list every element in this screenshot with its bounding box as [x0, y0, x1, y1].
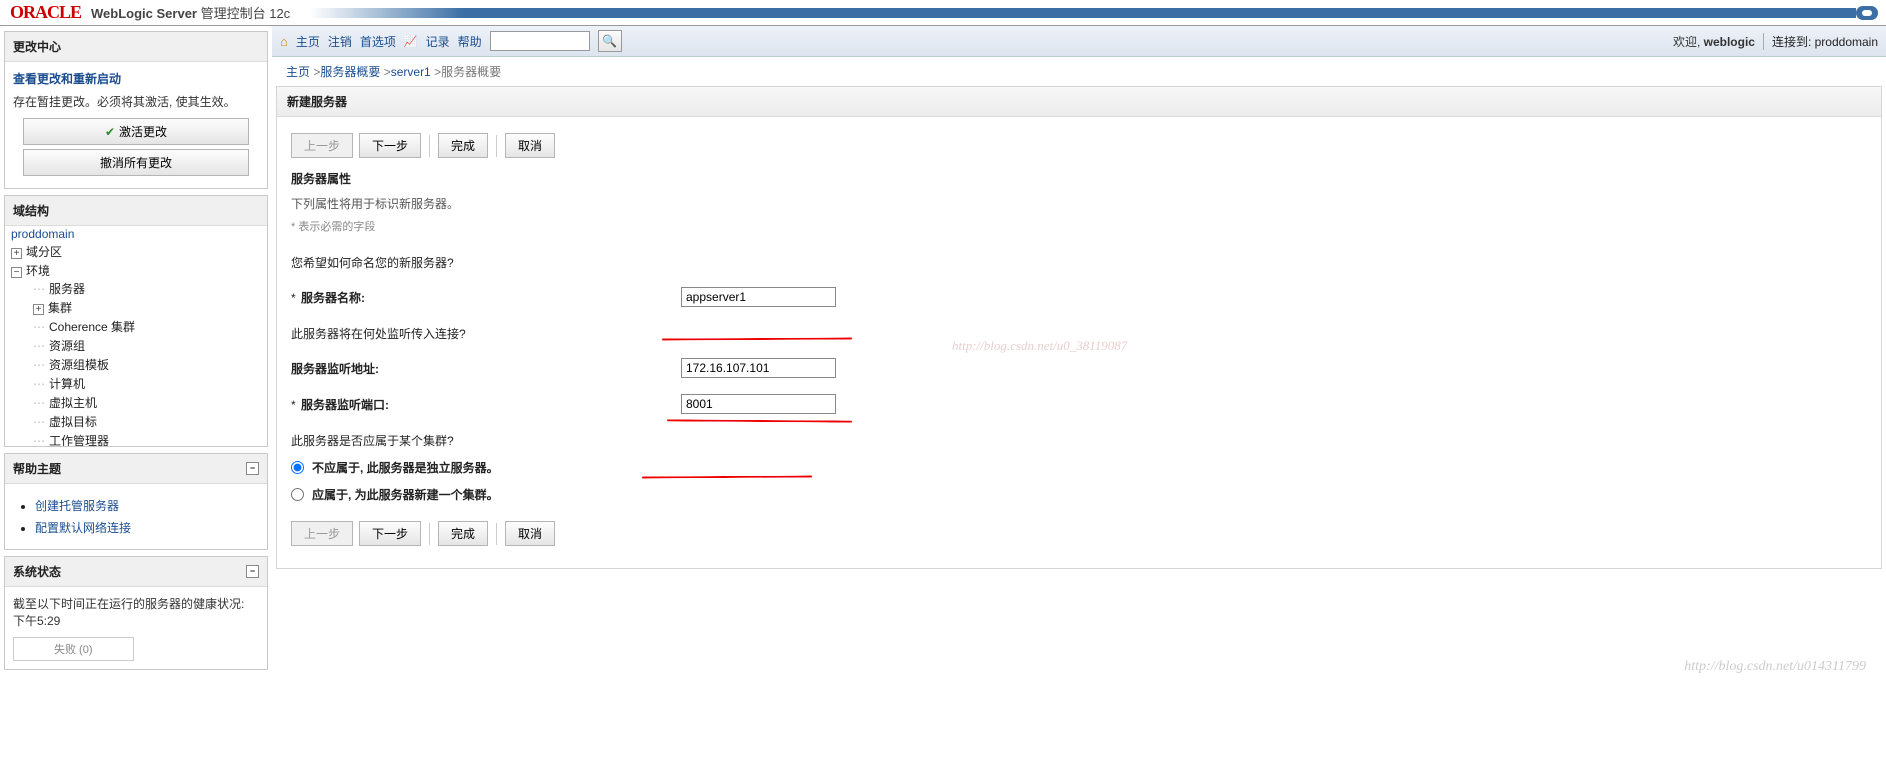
- home-icon: ⌂: [280, 34, 288, 49]
- tree-node-partition[interactable]: 域分区: [26, 245, 62, 259]
- next-button[interactable]: 下一步: [359, 133, 421, 158]
- next-button-bottom[interactable]: 下一步: [359, 521, 421, 546]
- tree-root[interactable]: proddomain: [11, 227, 74, 241]
- tree-node-machines[interactable]: 计算机: [49, 377, 85, 391]
- radio-cluster[interactable]: [291, 488, 304, 501]
- tree-node-virtualtargets[interactable]: 虚拟目标: [49, 415, 97, 429]
- question-name: 您希望如何命名您的新服务器?: [291, 254, 1867, 271]
- crumb-current: 服务器概要: [441, 65, 501, 79]
- toolbar-prefs[interactable]: 首选项: [360, 33, 396, 50]
- question-listen: 此服务器将在何处监听传入连接?: [291, 325, 1867, 342]
- section-title: 服务器属性: [291, 170, 1867, 187]
- product-name: WebLogic Server: [91, 6, 197, 21]
- help-link-managed[interactable]: 创建托管服务器: [35, 499, 119, 513]
- collapse-icon[interactable]: −: [11, 267, 22, 278]
- page-box: 新建服务器 上一步 下一步 完成 取消 服务器属性 下列属性将用于标识新服务器。…: [276, 86, 1882, 569]
- tree-node-coherence[interactable]: Coherence 集群: [49, 320, 135, 334]
- radio-standalone-label: 不应属于, 此服务器是独立服务器。: [312, 459, 499, 476]
- server-name-input[interactable]: [681, 287, 836, 307]
- help-link-network[interactable]: 配置默认网络连接: [35, 521, 131, 535]
- collapse-help-button[interactable]: −: [246, 462, 259, 475]
- crumb-home[interactable]: 主页: [286, 65, 310, 79]
- tree-node-resgroup[interactable]: 资源组: [49, 339, 85, 353]
- tree-node-resgrouptpl[interactable]: 资源组模板: [49, 358, 109, 372]
- tree-node-workmanagers[interactable]: 工作管理器: [49, 434, 109, 446]
- radio-cluster-label: 应属于, 为此服务器新建一个集群。: [312, 486, 499, 503]
- banner: ORACLE WebLogic Server 管理控制台 12c: [0, 0, 1886, 26]
- watermark-text: http://blog.csdn.net/u014311799: [1684, 659, 1866, 675]
- toolbar-home[interactable]: 主页: [296, 33, 320, 50]
- question-cluster: 此服务器是否应属于某个集群?: [291, 432, 1867, 449]
- sidebar: 更改中心 查看更改和重新启动 存在暂挂更改。必须将其激活, 使其生效。 ✔ 激活更…: [0, 26, 272, 681]
- console-title: WebLogic Server 管理控制台 12c: [91, 3, 290, 22]
- page-title: 新建服务器: [277, 87, 1881, 117]
- content: ⌂ 主页 注销 首选项 📈 记录 帮助 🔍 欢迎, weblogic 连接到: …: [272, 26, 1886, 681]
- cancel-button[interactable]: 取消: [505, 133, 555, 158]
- change-center-panel: 更改中心 查看更改和重新启动 存在暂挂更改。必须将其激活, 使其生效。 ✔ 激活更…: [4, 31, 268, 189]
- status-title: 系统状态: [13, 563, 61, 580]
- oracle-logo: ORACLE: [10, 2, 81, 23]
- tree-node-clusters[interactable]: 集群: [48, 301, 72, 315]
- app-icon: [1856, 6, 1878, 20]
- search-button[interactable]: 🔍: [598, 30, 622, 52]
- collapse-status-button[interactable]: −: [246, 565, 259, 578]
- finish-button[interactable]: 完成: [438, 133, 488, 158]
- change-center-title: 更改中心: [5, 32, 267, 62]
- listen-port-input[interactable]: [681, 394, 836, 414]
- help-panel: 帮助主题 − 创建托管服务器 配置默认网络连接: [4, 453, 268, 550]
- back-button-bottom[interactable]: 上一步: [291, 521, 353, 546]
- toolbar-record[interactable]: 记录: [426, 33, 450, 50]
- system-status-panel: 系统状态 − 截至以下时间正在运行的服务器的健康状况: 下午5:29 失败 (0): [4, 556, 268, 670]
- toolbar-logout[interactable]: 注销: [328, 33, 352, 50]
- radio-standalone[interactable]: [291, 461, 304, 474]
- button-row-bottom: 上一步 下一步 完成 取消: [291, 521, 1867, 546]
- required-note: * 表示必需的字段: [291, 218, 1867, 234]
- undo-changes-button[interactable]: 撤消所有更改: [23, 149, 249, 176]
- crumb-servers[interactable]: 服务器概要: [320, 65, 380, 79]
- label-listen-address: 服务器监听地址:: [291, 362, 379, 376]
- tree-node-virtualhosts[interactable]: 虚拟主机: [49, 396, 97, 410]
- label-listen-port: 服务器监听端口:: [301, 398, 389, 412]
- status-msg: 截至以下时间正在运行的服务器的健康状况: 下午5:29: [13, 595, 259, 629]
- listen-address-input[interactable]: [681, 358, 836, 378]
- search-icon: 🔍: [602, 34, 617, 48]
- domain-structure-title: 域结构: [5, 196, 267, 226]
- toolbar: ⌂ 主页 注销 首选项 📈 记录 帮助 🔍 欢迎, weblogic 连接到: …: [272, 26, 1886, 57]
- product-version: 管理控制台 12c: [197, 6, 290, 21]
- welcome-text: 欢迎, weblogic: [1673, 33, 1755, 50]
- expand-icon[interactable]: +: [33, 304, 44, 315]
- expand-icon[interactable]: +: [11, 248, 22, 259]
- cancel-button-bottom[interactable]: 取消: [505, 521, 555, 546]
- help-title: 帮助主题: [13, 460, 61, 477]
- tree-node-servers[interactable]: 服务器: [49, 282, 85, 296]
- activate-label: 激活更改: [119, 125, 167, 139]
- section-note: 下列属性将用于标识新服务器。: [291, 195, 1867, 212]
- activate-changes-button[interactable]: ✔ 激活更改: [23, 118, 249, 145]
- back-button[interactable]: 上一步: [291, 133, 353, 158]
- banner-stripe: [310, 8, 1856, 18]
- search-input[interactable]: [490, 31, 590, 51]
- check-icon: ✔: [105, 125, 115, 139]
- status-fail-badge: 失败 (0): [13, 637, 134, 661]
- pending-msg: 存在暂挂更改。必须将其激活, 使其生效。: [13, 93, 259, 110]
- view-changes-link[interactable]: 查看更改和重新启动: [13, 70, 259, 87]
- toolbar-help[interactable]: 帮助: [458, 33, 482, 50]
- button-row-top: 上一步 下一步 完成 取消: [291, 133, 1867, 158]
- crumb-server1[interactable]: server1: [391, 65, 431, 79]
- label-server-name: 服务器名称:: [301, 291, 365, 305]
- connected-text: 连接到: proddomain: [1763, 33, 1878, 50]
- breadcrumb: 主页 >服务器概要 >server1 >服务器概要: [272, 57, 1886, 86]
- tree-node-environment[interactable]: 环境: [26, 264, 50, 278]
- connected-domain: proddomain: [1815, 35, 1878, 49]
- domain-tree[interactable]: proddomain +域分区 −环境 ⋯服务器 +集群 ⋯Coherence …: [5, 226, 267, 446]
- record-icon: 📈: [404, 35, 418, 48]
- banner-left: ORACLE WebLogic Server 管理控制台 12c: [0, 2, 290, 23]
- welcome-user: weblogic: [1704, 35, 1755, 49]
- domain-structure-panel: 域结构 proddomain +域分区 −环境 ⋯服务器 +集群 ⋯Cohere…: [4, 195, 268, 447]
- finish-button-bottom[interactable]: 完成: [438, 521, 488, 546]
